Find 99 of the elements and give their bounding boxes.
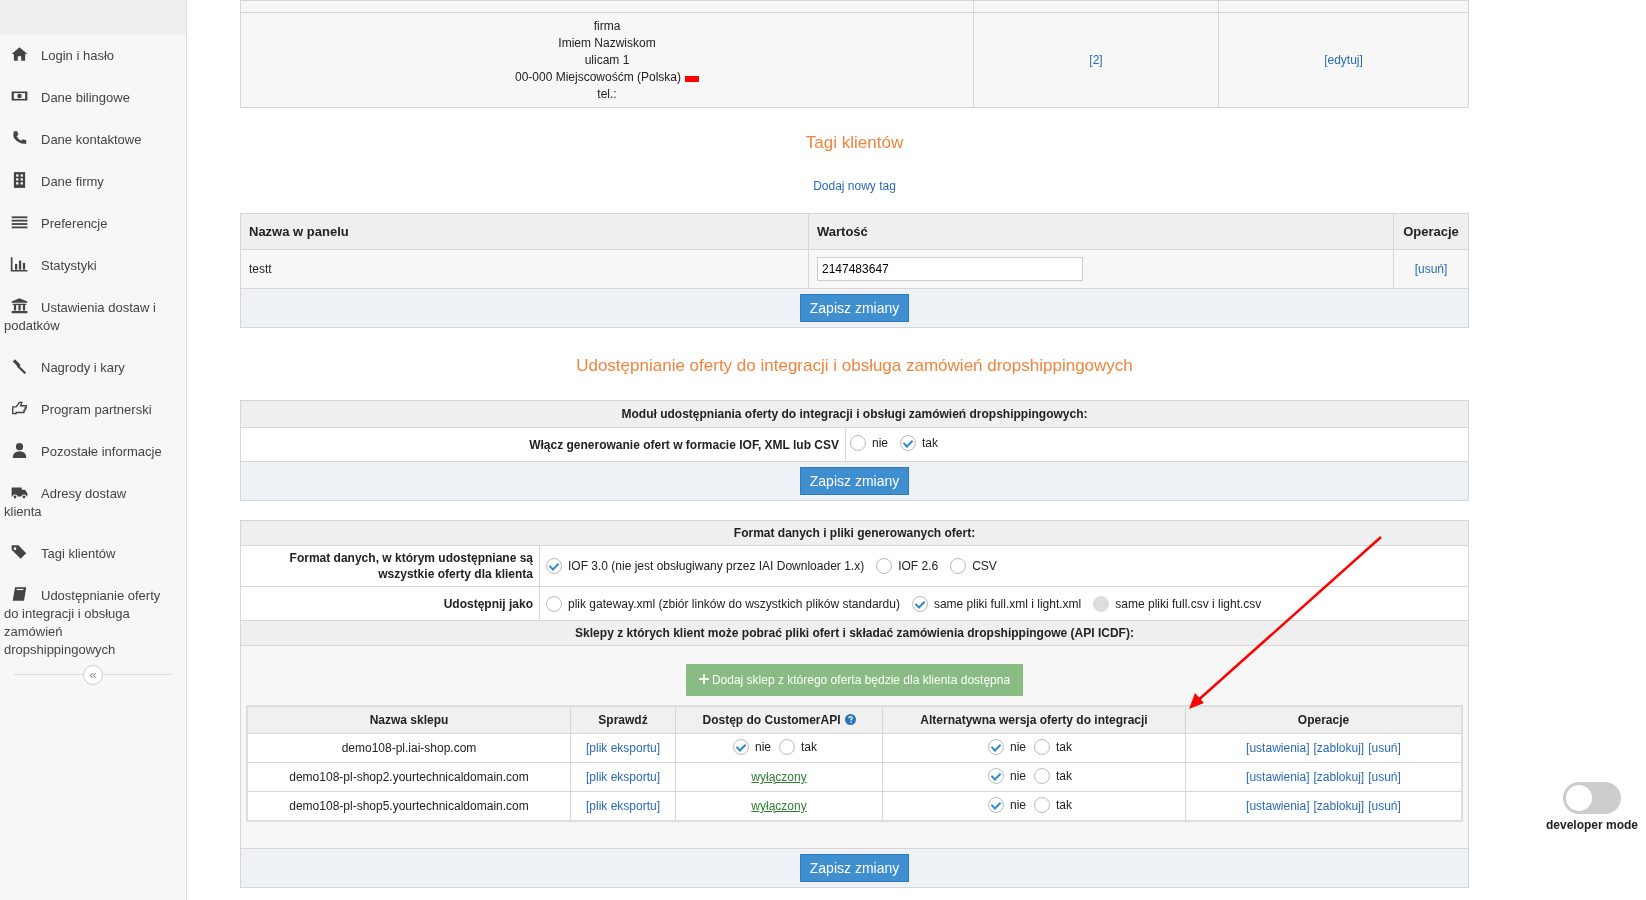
radio-button[interactable] — [546, 558, 562, 574]
operation-link[interactable]: [usuń] — [1368, 799, 1401, 813]
sidebar-item[interactable]: Program partnerski — [0, 388, 186, 430]
home-icon — [10, 45, 29, 63]
operation-link[interactable]: [ustawienia] — [1246, 770, 1310, 784]
developer-mode-label: developer mode — [1545, 818, 1638, 832]
address-count-link[interactable]: [2] — [1089, 53, 1103, 67]
radio-option[interactable]: nie — [988, 767, 1026, 784]
book-icon — [10, 585, 29, 603]
edit-link[interactable]: [edytuj] — [1324, 53, 1363, 67]
section-title: Udostępnianie oferty do integracji i obsługa zamówień dropshippingowych — [575, 356, 1134, 376]
address-line: 00-000 Miejscowośćm (Polska) — [514, 70, 682, 84]
operation-link[interactable]: [ustawienia] — [1246, 799, 1310, 813]
address-line: tel.: — [597, 87, 617, 101]
developer-mode-toggle[interactable] — [1563, 782, 1621, 814]
radio-button[interactable] — [988, 796, 1004, 813]
column-header: Nazwa sklepu — [369, 713, 449, 727]
column-header: Operacje — [1403, 224, 1459, 239]
operation-link[interactable]: [zablokuj] — [1313, 741, 1365, 755]
address-line: Imiem Nazwiskom — [558, 36, 656, 50]
sidebar-item[interactable]: Tagi klientów — [0, 532, 186, 574]
panel-heading: Sklepy z których klient może pobrać pliki ofert i składać zamówienia dropshippingowe (API ICDF): — [575, 626, 1134, 640]
panel-heading: Moduł udostępniania oferty do integracji i obsługi zamówień dropshippingowych: — [621, 407, 1088, 421]
address-line: ulicam 1 — [584, 53, 630, 67]
radio-button[interactable] — [988, 738, 1004, 755]
radio-option[interactable]: tak — [1034, 738, 1072, 755]
radio-option[interactable]: tak — [1034, 767, 1072, 784]
add-tag-link[interactable]: Dodaj nowy tag — [813, 179, 896, 193]
hand-pointing-icon — [10, 399, 29, 417]
save-button[interactable]: Zapisz zmiany — [799, 854, 910, 882]
sidebar-item[interactable]: Statystyki — [0, 244, 186, 286]
save-button[interactable]: Zapisz zmiany — [799, 294, 910, 322]
user-icon — [10, 441, 29, 459]
radio-button[interactable] — [1034, 767, 1050, 784]
column-header: Operacje — [1297, 713, 1350, 727]
phone-icon — [10, 129, 29, 147]
radio-option[interactable]: tak — [900, 435, 939, 451]
radio-option[interactable]: tak — [1034, 796, 1072, 813]
panel-heading: Format danych i pliki generowanych ofert: — [733, 526, 976, 540]
operation-link[interactable]: [usuń] — [1368, 741, 1401, 755]
radio-option[interactable]: plik gateway.xml (zbiór linków do wszystkich plików standardu) — [546, 595, 900, 612]
column-header: Nazwa w panelu — [249, 224, 349, 239]
sidebar-item[interactable]: Preferencje — [0, 202, 186, 244]
radio-button[interactable] — [1034, 796, 1050, 813]
operation-link[interactable]: [usuń] — [1368, 770, 1401, 784]
help-icon — [844, 714, 856, 725]
operation-link[interactable]: [zablokuj] — [1313, 770, 1365, 784]
column-header: Wartość — [817, 224, 868, 239]
radio-button[interactable] — [950, 558, 967, 574]
radio-button[interactable] — [988, 767, 1004, 784]
collapse-sidebar-button[interactable]: « — [83, 665, 103, 685]
sidebar-item[interactable]: Ustawienia dostaw i podatków — [0, 286, 186, 346]
radio-button[interactable] — [876, 558, 893, 574]
flag-icon — [685, 76, 700, 82]
field-label: Włącz generowanie ofert w formacie IOF, XML lub CSV — [529, 437, 839, 452]
tag-value-input[interactable]: 2147483647 — [817, 257, 1083, 281]
radio-option[interactable]: tak — [779, 738, 817, 755]
sidebar-item[interactable]: Pozostałe informacje — [0, 430, 186, 472]
operation-link[interactable]: [zablokuj] — [1313, 799, 1365, 813]
field-label: Format danych, w którym udostępniane są wszystkie oferty dla klienta — [288, 550, 533, 582]
radio-option[interactable]: same pliki full.xml i light.xml — [911, 595, 1082, 612]
radio-button[interactable] — [900, 435, 916, 451]
radio-option[interactable]: nie — [988, 738, 1026, 755]
radio-button[interactable] — [546, 595, 562, 612]
column-header: Dostęp do CustomerAPI — [702, 713, 841, 727]
field-label: Udostępnij jako — [443, 595, 533, 612]
address-line: firma — [593, 19, 621, 33]
sidebar-item[interactable]: Dane bilingowe — [0, 76, 186, 118]
sidebar-item[interactable]: Dane kontaktowe — [0, 118, 186, 160]
shop-name: demo108-pl.iai-shop.com — [341, 741, 477, 755]
save-button[interactable]: Zapisz zmiany — [799, 467, 910, 495]
radio-option[interactable]: IOF 3.0 (nie jest obsługiwany przez IAI Downloader 1.x) — [546, 558, 865, 574]
sidebar-item[interactable]: Adresy dostaw klienta — [0, 472, 186, 532]
sidebar-item[interactable]: Login i hasło — [0, 34, 186, 76]
radio-option[interactable]: IOF 2.6 — [876, 558, 939, 574]
tag-name: testt — [249, 262, 272, 276]
operation-link[interactable]: [ustawienia] — [1246, 741, 1310, 755]
list-icon — [10, 213, 29, 231]
radio-option[interactable]: nie — [988, 796, 1026, 813]
shop-name: demo108-pl-shop5.yourtechnicaldomain.com — [289, 799, 529, 813]
sidebar-item[interactable]: Dane firmy — [0, 160, 186, 202]
section-title: Tagi klientów — [804, 133, 905, 153]
shop-name: demo108-pl-shop2.yourtechnicaldomain.com — [289, 770, 529, 784]
delete-link[interactable]: [usuń] — [1414, 262, 1448, 276]
radio-button[interactable] — [850, 435, 866, 451]
bar-chart-icon — [10, 255, 29, 273]
radio-button[interactable] — [1034, 738, 1050, 755]
column-header: Alternatywna wersja oferty do integracji — [920, 713, 1148, 727]
radio-button[interactable] — [779, 738, 795, 755]
radio-option[interactable]: CSV — [950, 558, 997, 574]
radio-option[interactable]: nie — [733, 738, 771, 755]
radio-option[interactable]: nie — [850, 435, 888, 451]
radio-button[interactable] — [911, 595, 928, 612]
radio-button[interactable] — [733, 738, 749, 755]
bank-icon — [10, 297, 29, 315]
column-header: Sprawdź — [598, 713, 648, 727]
tags-icon — [10, 543, 29, 561]
plus-icon — [698, 674, 709, 684]
sidebar-item[interactable]: Nagrody i kary — [0, 346, 186, 388]
